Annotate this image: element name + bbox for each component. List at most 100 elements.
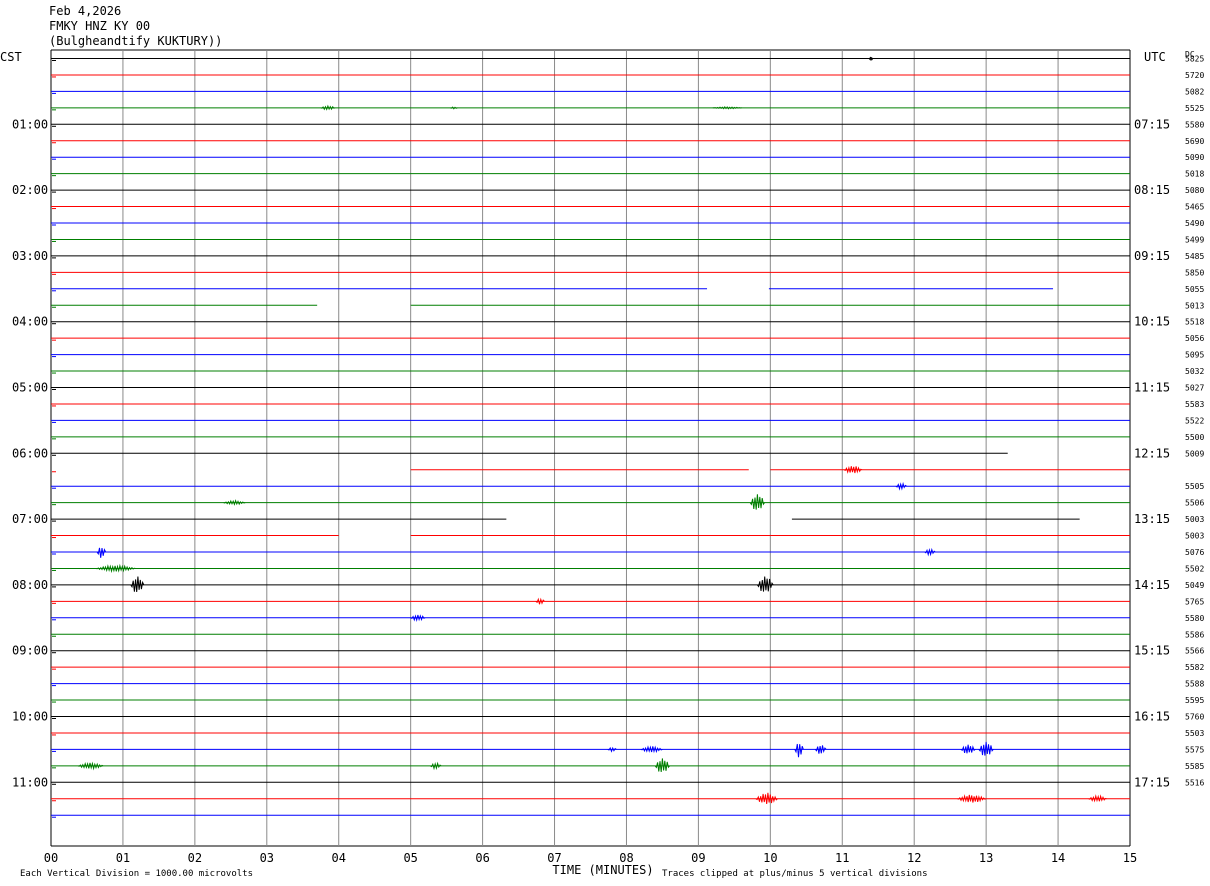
dc-offset-value: 5516 <box>1185 778 1204 787</box>
dc-offset-value: 5090 <box>1185 153 1204 162</box>
seismic-event <box>868 56 874 61</box>
cst-hour-label: 04:00 <box>12 315 48 329</box>
utc-hour-label: 09:15 <box>1134 249 1170 263</box>
seismic-event <box>814 745 827 754</box>
dc-offset-value: 5502 <box>1185 564 1204 573</box>
cst-hour-label: 01:00 <box>12 117 48 131</box>
x-tick-label: 13 <box>979 851 993 865</box>
clip-note: Traces clipped at plus/minus 5 vertical … <box>662 869 928 879</box>
dc-offset-value: 5013 <box>1185 301 1204 310</box>
x-tick-label: 14 <box>1051 851 1065 865</box>
dc-offset-value: 5575 <box>1185 745 1204 754</box>
dc-offset-value: 5506 <box>1185 499 1204 508</box>
x-tick-label: 04 <box>332 851 346 865</box>
dc-offset-value: 5080 <box>1185 186 1204 195</box>
dc-offset-value: 5465 <box>1185 203 1204 212</box>
dc-offset-value: 5760 <box>1185 713 1204 722</box>
dc-offset-value: 5566 <box>1185 647 1204 656</box>
cst-axis-label: CST <box>0 50 22 64</box>
dc-offset-value: 5580 <box>1185 120 1204 129</box>
dc-offset-value: 5076 <box>1185 548 1204 557</box>
helicorder-plot: 01:00 02:00 03:00 04:00 05:00 06:00 07:00 08:00… <box>0 49 1204 879</box>
utc-hour-label: 14:15 <box>1134 578 1170 592</box>
cst-hour-label: 05:00 <box>12 381 48 395</box>
dc-offset-value: 5588 <box>1185 680 1204 689</box>
seismic-event <box>607 746 617 753</box>
seismic-event <box>96 547 107 558</box>
x-tick-label: 00 <box>44 851 58 865</box>
dc-offset-value: 5525 <box>1185 104 1204 113</box>
seismic-event <box>794 743 804 758</box>
dc-offset-value: 5580 <box>1185 614 1204 623</box>
utc-hour-label: 16:15 <box>1134 710 1170 724</box>
dc-offset-value: 5586 <box>1185 630 1204 639</box>
dc-offset-value: 5032 <box>1185 367 1204 376</box>
seismic-event <box>924 547 936 557</box>
dc-offset-value: 5505 <box>1185 482 1204 491</box>
x-tick-label: 01 <box>116 851 130 865</box>
seismic-event <box>895 481 907 491</box>
x-tick-label: 03 <box>260 851 274 865</box>
dc-offset-value: 5825 <box>1185 55 1204 64</box>
utc-hour-label: 11:15 <box>1134 381 1170 395</box>
x-tick-label: 02 <box>188 851 202 865</box>
cst-hour-label: 07:00 <box>12 512 48 526</box>
seismic-event <box>712 106 742 110</box>
seismic-event <box>430 761 442 771</box>
utc-hour-label: 17:15 <box>1134 775 1170 789</box>
dc-offset-value: 5056 <box>1185 334 1204 343</box>
seismic-event <box>130 576 145 593</box>
dc-offset-value: 5055 <box>1185 285 1204 294</box>
seismic-event <box>957 794 987 803</box>
x-tick-label: 12 <box>907 851 921 865</box>
dc-offset-value: 5500 <box>1185 433 1204 442</box>
seismic-event <box>1088 794 1107 803</box>
cst-hour-label: 06:00 <box>12 446 48 460</box>
dc-offset-value: 5690 <box>1185 137 1204 146</box>
seismic-event <box>654 758 670 773</box>
seismic-event <box>843 465 863 474</box>
cst-hour-label: 08:00 <box>12 578 48 592</box>
cst-hour-label: 09:00 <box>12 644 48 658</box>
x-tick-label: 06 <box>475 851 489 865</box>
dc-offset-value: 5027 <box>1185 384 1204 393</box>
dc-offset-value: 5485 <box>1185 252 1204 261</box>
dc-offset-value: 5018 <box>1185 170 1204 179</box>
utc-hour-label: 15:15 <box>1134 644 1170 658</box>
x-tick-label: 10 <box>763 851 777 865</box>
x-axis-title: TIME (MINUTES) <box>552 863 653 877</box>
dc-offset-value: 5850 <box>1185 268 1204 277</box>
dc-offset-value: 5522 <box>1185 416 1204 425</box>
dc-offset-value: 5720 <box>1185 71 1204 80</box>
x-tick-label: 15 <box>1123 851 1137 865</box>
cst-hour-label: 02:00 <box>12 183 48 197</box>
dc-offset-value: 5582 <box>1185 663 1204 672</box>
dc-offset-value: 5490 <box>1185 219 1204 228</box>
dc-offset-value: 5765 <box>1185 597 1204 606</box>
x-tick-label: 05 <box>403 851 417 865</box>
dc-offset-value: 5499 <box>1185 235 1204 244</box>
cst-hour-label: 11:00 <box>12 775 48 789</box>
x-tick-label: 09 <box>691 851 705 865</box>
x-tick-label: 11 <box>835 851 849 865</box>
dc-offset-value: 5095 <box>1185 351 1204 360</box>
dc-offset-value: 5003 <box>1185 515 1204 524</box>
seismic-event <box>749 494 765 510</box>
dc-offset-value: 5518 <box>1185 318 1204 327</box>
dc-offset-value: 5503 <box>1185 729 1204 738</box>
dc-offset-value: 5049 <box>1185 581 1204 590</box>
utc-hour-label: 12:15 <box>1134 446 1170 460</box>
dc-offset-value: 5595 <box>1185 696 1204 705</box>
vertical-division-note: Each Vertical Division = 1000.00 microvo… <box>20 869 253 879</box>
utc-axis-label: UTC <box>1144 50 1166 64</box>
dc-offset-value: 5009 <box>1185 449 1204 458</box>
utc-hour-label: 08:15 <box>1134 183 1170 197</box>
utc-hour-label: 13:15 <box>1134 512 1170 526</box>
seismic-event <box>77 761 104 771</box>
cst-hour-label: 10:00 <box>12 710 48 724</box>
dc-offset-value: 5082 <box>1185 87 1204 96</box>
cst-hour-label: 03:00 <box>12 249 48 263</box>
utc-hour-label: 10:15 <box>1134 315 1170 329</box>
dc-offset-value: 5583 <box>1185 400 1204 409</box>
utc-hour-label: 07:15 <box>1134 117 1170 131</box>
